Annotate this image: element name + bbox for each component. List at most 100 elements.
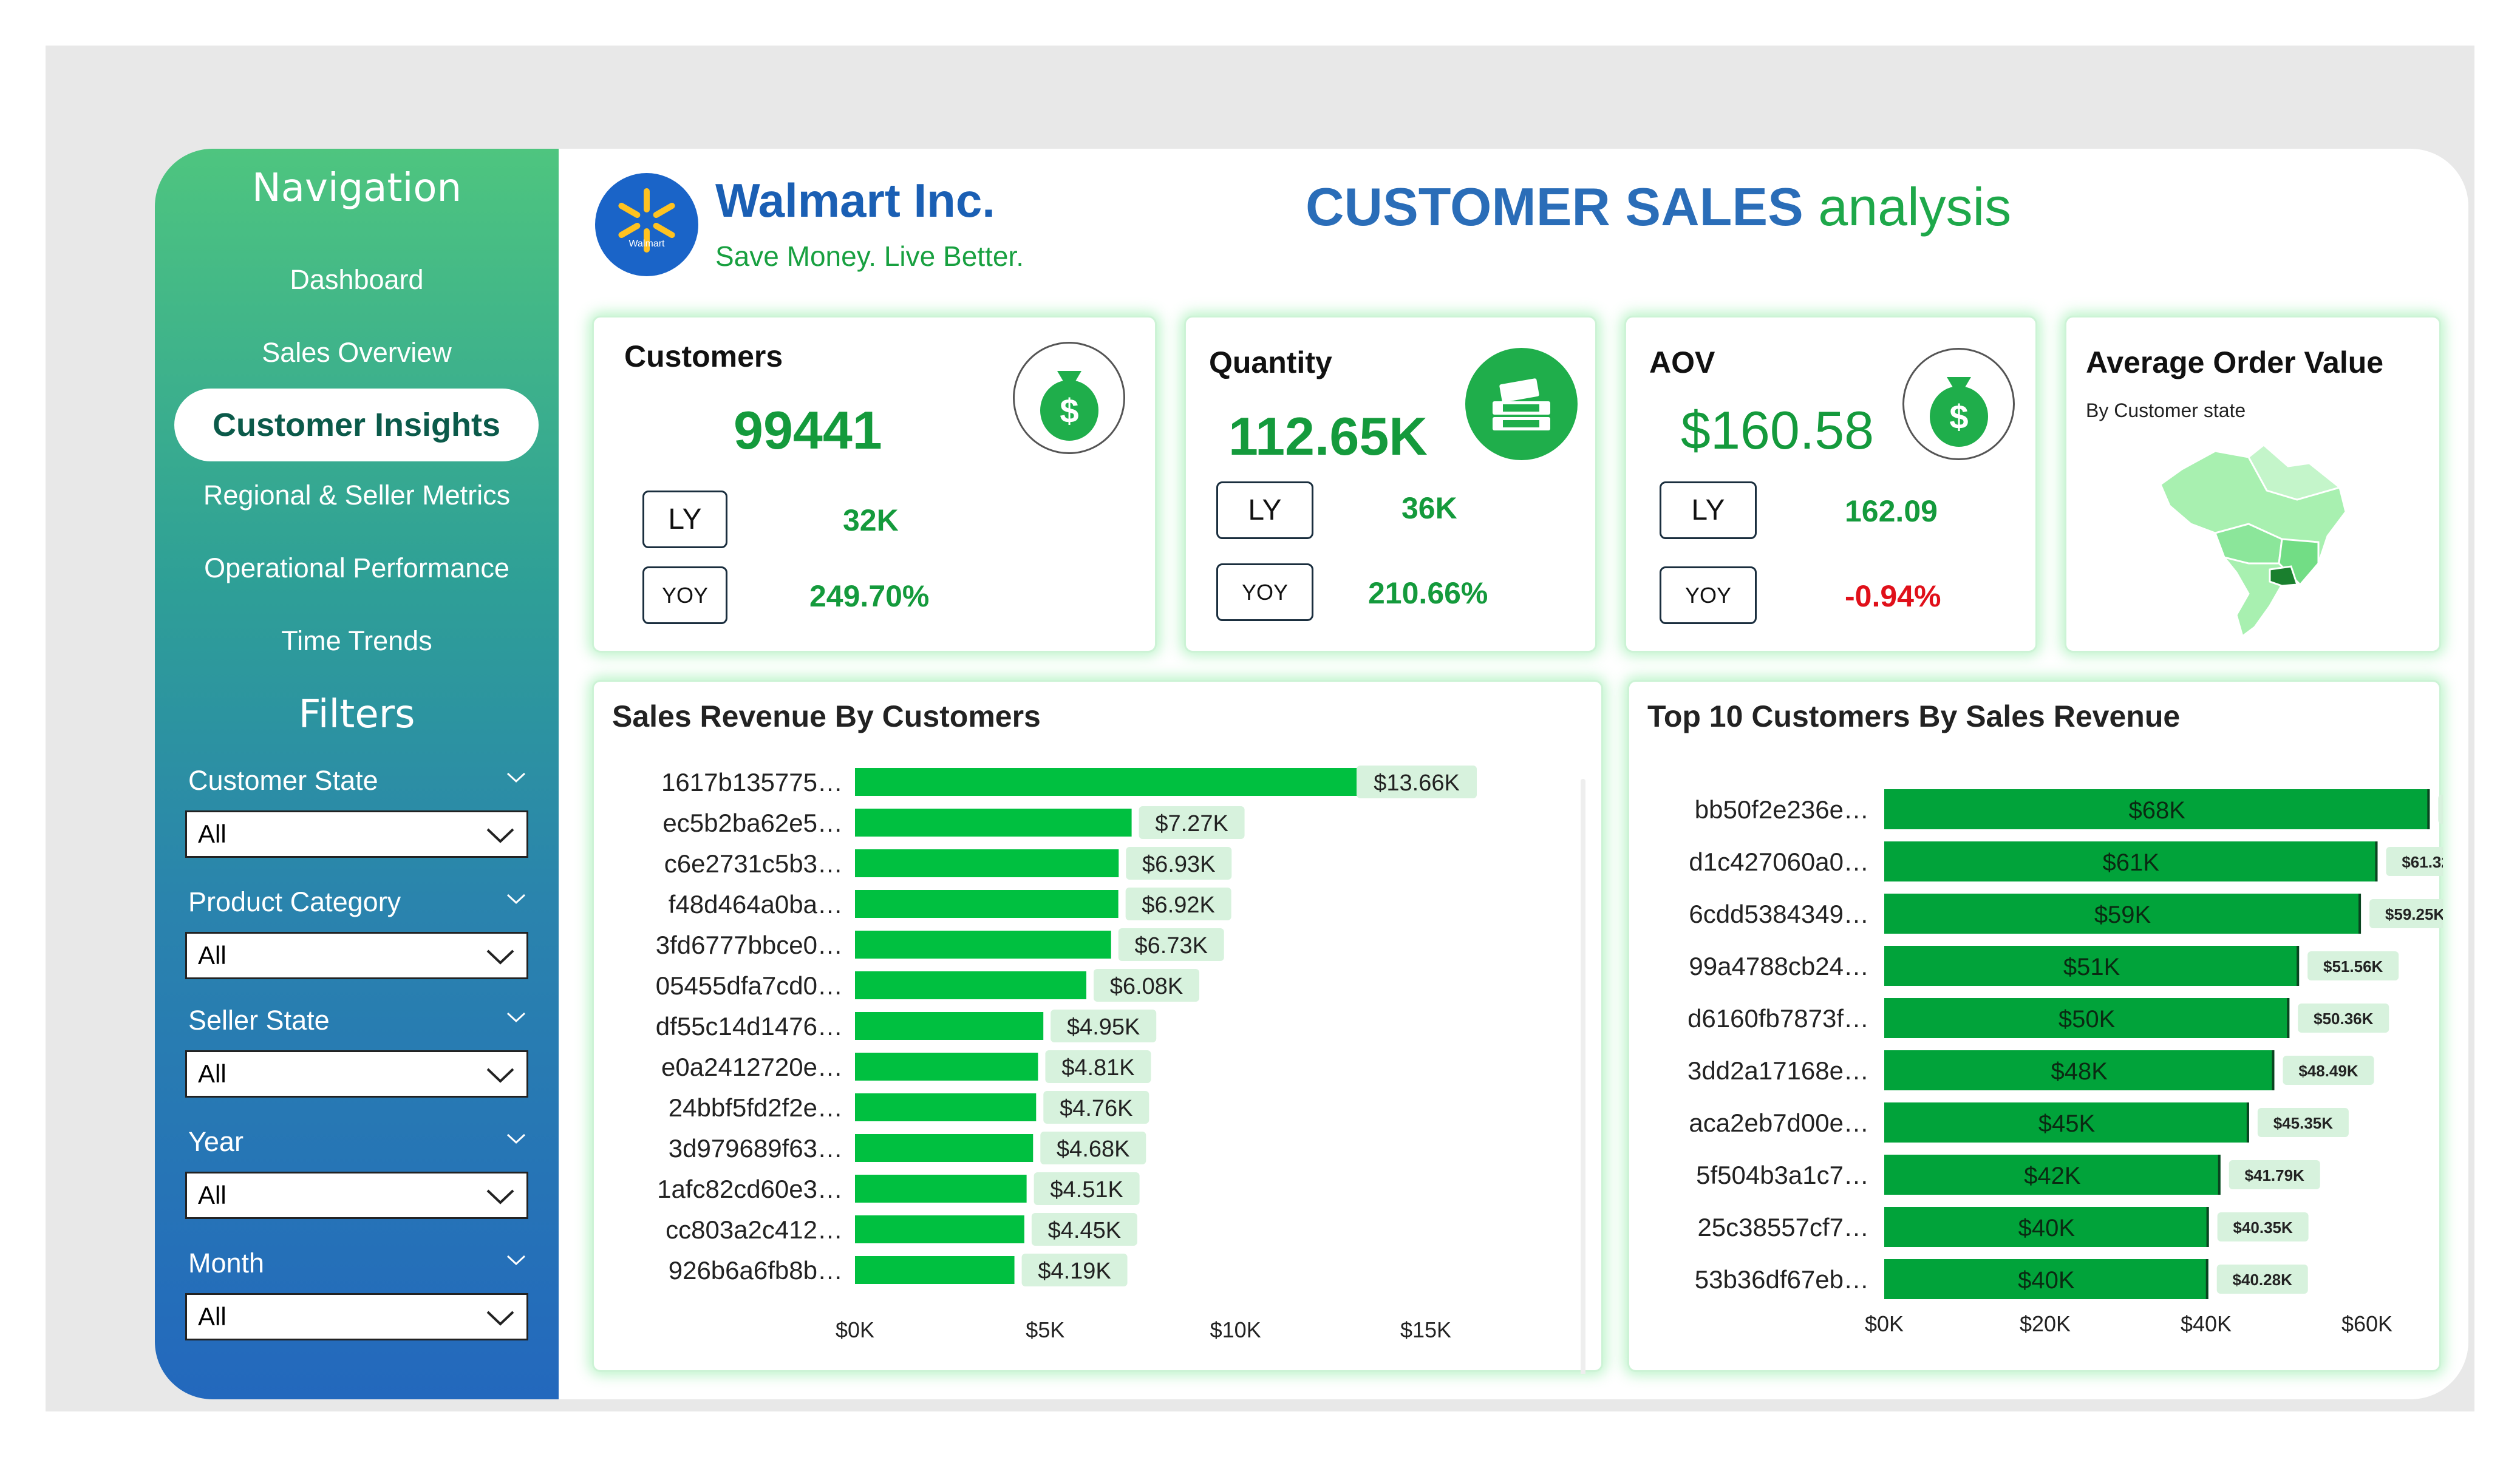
filter-select-product-category[interactable]: All xyxy=(185,932,528,979)
quantity-card: Quantity 112.65K LY 36K YOY 210.66% xyxy=(1184,316,1597,653)
data-label: $7.27K xyxy=(1155,811,1228,837)
nav-item-dashboard[interactable]: Dashboard xyxy=(155,264,559,296)
category-label: f48d464a0ba… xyxy=(669,890,843,919)
nav-item-customer-insights[interactable]: Customer Insights xyxy=(174,389,539,461)
data-label: $4.45K xyxy=(1048,1218,1121,1243)
svg-text:$: $ xyxy=(1060,392,1078,430)
chevron-down-icon xyxy=(486,1068,514,1083)
page-title: CUSTOMER SALES analysis xyxy=(1306,176,2011,238)
category-label: d6160fb7873f… xyxy=(1687,1004,1869,1033)
nav-item-operational-performance[interactable]: Operational Performance xyxy=(155,552,559,584)
bar-inner-label: $61K xyxy=(2103,849,2160,876)
customers-value: 99441 xyxy=(734,400,882,460)
chevron-down-icon[interactable] xyxy=(504,765,528,789)
x-tick-label: $5K xyxy=(1026,1317,1064,1342)
chevron-down-icon xyxy=(486,1311,514,1326)
bar-end-marker xyxy=(2246,1102,2249,1143)
aov-ly-pill: LY xyxy=(1660,481,1757,539)
aov-yoy-value: -0.94% xyxy=(1845,579,1941,613)
filter-select-value: All xyxy=(198,820,226,848)
bar xyxy=(855,971,1087,999)
quantity-ly-pill: LY xyxy=(1216,481,1313,539)
x-tick-label: $10K xyxy=(1210,1317,1261,1342)
bar xyxy=(855,1053,1038,1081)
bar-end-marker xyxy=(2206,1207,2209,1247)
x-tick-label: $15K xyxy=(1400,1317,1451,1342)
svg-text:$: $ xyxy=(1949,398,1968,436)
page-title-light: analysis xyxy=(1818,177,2012,237)
data-label: $13.66K xyxy=(1374,770,1460,796)
bar-inner-label: $48K xyxy=(2051,1058,2108,1085)
money-bag-icon: $ xyxy=(1902,348,2015,460)
sales-revenue-chart-card: Sales Revenue By Customers 1617b135775… $… xyxy=(592,680,1603,1374)
filters-title: Filters xyxy=(298,692,415,737)
filter-label-seller-state: Seller State xyxy=(188,1005,528,1036)
chevron-down-icon[interactable] xyxy=(504,1005,528,1029)
chevron-down-icon xyxy=(486,828,514,843)
bar xyxy=(855,1093,1037,1121)
main-content: Walmart Walmart Inc. Save Money. Live Be… xyxy=(559,149,2468,1399)
category-label: 926b6a6fb8b… xyxy=(669,1256,843,1285)
quantity-value: 112.65K xyxy=(1228,406,1428,466)
customers-yoy-value: 249.70% xyxy=(809,579,930,613)
map-title: Average Order Value xyxy=(2086,345,2384,379)
top10-customers-chart-card: Top 10 Customers By Sales Revenue bb50f2… xyxy=(1627,680,2443,1372)
filter-select-value: All xyxy=(198,941,226,970)
bar-inner-label: $51K xyxy=(2063,954,2120,980)
category-label: 24bbf5fd2f2e… xyxy=(669,1093,843,1122)
data-label: $6.08K xyxy=(1110,974,1183,999)
chevron-down-icon[interactable] xyxy=(504,1126,528,1150)
filter-select-year[interactable]: All xyxy=(185,1172,528,1219)
data-label: $48.49K xyxy=(2298,1062,2358,1080)
bar-inner-label: $59K xyxy=(2094,902,2151,928)
category-label: aca2eb7d00e… xyxy=(1689,1109,1869,1137)
bar xyxy=(855,1175,1027,1203)
data-label: $51.56K xyxy=(2323,957,2383,976)
filter-label-customer-state: Customer State xyxy=(188,765,528,796)
nav-item-regional-seller-metrics[interactable]: Regional & Seller Metrics xyxy=(155,480,559,511)
x-tick-label: $40K xyxy=(2181,1311,2232,1336)
nav-item-sales-overview[interactable]: Sales Overview xyxy=(155,337,559,368)
category-label: 3d979689f63… xyxy=(669,1134,843,1163)
x-tick-label: $0K xyxy=(836,1317,874,1342)
chevron-down-icon[interactable] xyxy=(504,886,528,911)
bar xyxy=(855,1012,1044,1040)
aov-card: AOV $160.58 $ LY 162.09 YOY -0.94% xyxy=(1624,316,2037,653)
customers-yoy-pill: YOY xyxy=(642,566,727,624)
category-label: 1afc82cd60e3… xyxy=(657,1175,843,1203)
category-label: ec5b2ba62e5… xyxy=(662,809,843,837)
chevron-down-icon[interactable] xyxy=(504,1248,528,1272)
dashboard-frame: Navigation Dashboard Sales Overview Cust… xyxy=(46,46,2474,1411)
aov-title: AOV xyxy=(1649,345,1715,379)
bar-end-marker xyxy=(2272,1050,2275,1090)
bar-end-marker xyxy=(2287,998,2290,1038)
category-label: 25c38557cf7… xyxy=(1697,1213,1869,1241)
category-label: df55c14d1476… xyxy=(656,1012,843,1041)
company-tagline: Save Money. Live Better. xyxy=(715,240,1024,272)
category-label: bb50f2e236e… xyxy=(1695,795,1869,824)
filter-select-seller-state[interactable]: All xyxy=(185,1050,528,1098)
nav-title: Navigation xyxy=(251,166,462,211)
bar-end-marker xyxy=(2297,946,2300,986)
bar xyxy=(855,1256,1015,1284)
data-label: $4.95K xyxy=(1067,1014,1140,1040)
x-tick-label: $0K xyxy=(1865,1311,1904,1336)
nav-item-time-trends[interactable]: Time Trends xyxy=(155,625,559,657)
sidebar: Navigation Dashboard Sales Overview Cust… xyxy=(155,149,559,1399)
category-label: 99a4788cb24… xyxy=(1689,952,1869,980)
category-label: 5f504b3a1c7… xyxy=(1696,1161,1869,1189)
filter-select-month[interactable]: All xyxy=(185,1293,528,1340)
filter-select-customer-state[interactable]: All xyxy=(185,810,528,858)
page-title-bold: CUSTOMER SALES xyxy=(1306,177,1803,237)
aov-ly-value: 162.09 xyxy=(1845,494,1938,528)
brazil-map[interactable] xyxy=(2157,433,2358,639)
customers-title: Customers xyxy=(624,339,783,373)
dashboard-panel: Navigation Dashboard Sales Overview Cust… xyxy=(155,149,2468,1399)
bar-end-marker xyxy=(2375,841,2378,881)
filter-select-value: All xyxy=(198,1302,226,1331)
aov-yoy-pill: YOY xyxy=(1660,566,1757,624)
customers-ly-pill: LY xyxy=(642,491,727,548)
bar xyxy=(855,809,1132,837)
data-label: $59.25K xyxy=(2385,905,2443,923)
data-label: $61.32K xyxy=(2402,853,2443,871)
